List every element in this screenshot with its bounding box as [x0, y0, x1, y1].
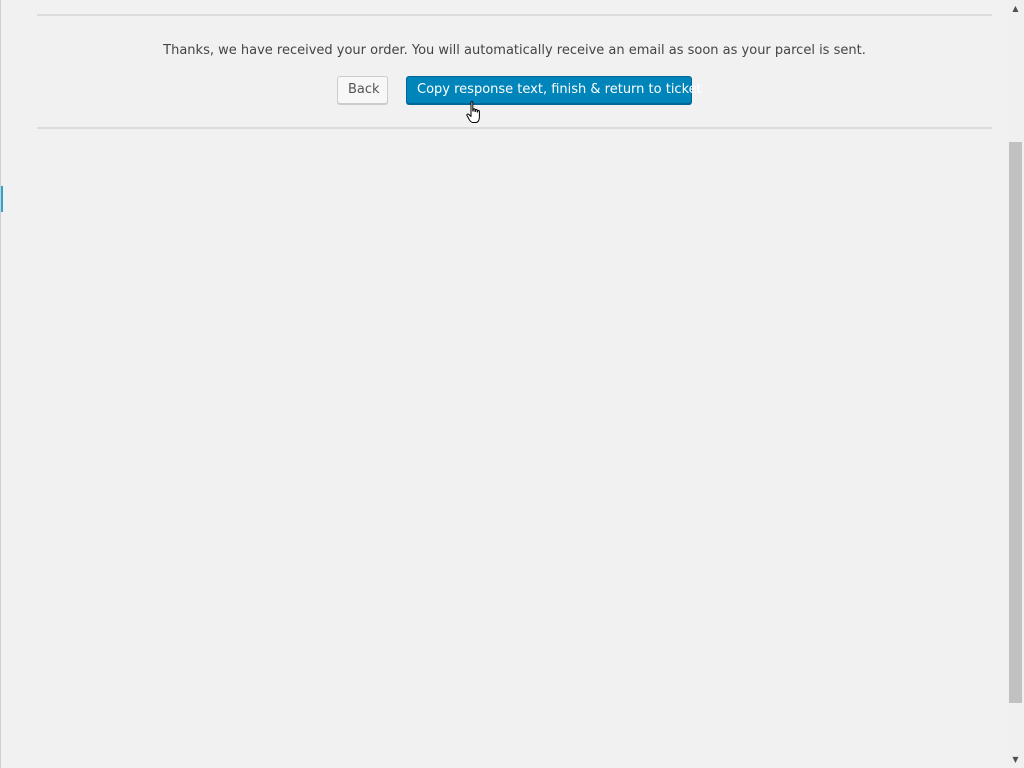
- left-edge-marker: [1, 186, 3, 212]
- scroll-up-arrow-icon[interactable]: ▲: [1007, 0, 1024, 17]
- main-content: Thanks, we have received your order. You…: [37, 0, 992, 768]
- page-viewport: Thanks, we have received your order. You…: [0, 0, 1024, 768]
- order-confirmation-message: Thanks, we have received your order. You…: [163, 43, 866, 58]
- vertical-scrollbar[interactable]: ▲ ▼: [1007, 0, 1024, 768]
- scroll-down-arrow-icon[interactable]: ▼: [1007, 751, 1024, 768]
- scrollbar-thumb[interactable]: [1009, 142, 1022, 703]
- top-divider: [37, 14, 992, 16]
- copy-finish-return-button[interactable]: Copy response text, finish & return to t…: [406, 76, 702, 104]
- bottom-divider: [37, 127, 992, 129]
- back-button[interactable]: Back: [337, 76, 388, 104]
- hand-pointer-icon: [466, 101, 480, 123]
